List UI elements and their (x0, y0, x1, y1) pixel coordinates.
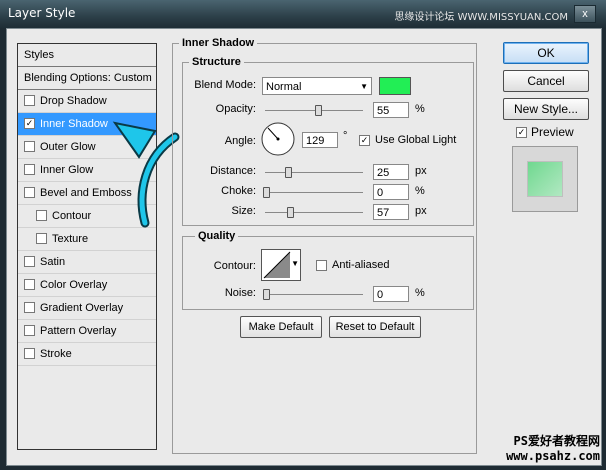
anti-aliased-label: Anti-aliased (332, 259, 390, 271)
contour-label: Contour: (213, 260, 256, 272)
choke-label: Choke: (221, 185, 256, 197)
angle-label: Angle: (224, 135, 256, 147)
global-light-label: Use Global Light (375, 134, 457, 146)
distance-input[interactable]: 25 (373, 164, 409, 180)
reset-to-default-button[interactable]: Reset to Default (329, 316, 421, 338)
title-bar: Layer Style 思缘设计论坛 WWW.MISSYUAN.COM x (0, 0, 606, 28)
outer-glow-checkbox[interactable] (24, 140, 35, 152)
global-light-checkbox[interactable]: ✓ (359, 135, 370, 146)
structure-group: Structure Blend Mode: Normal ▼ Opacity: … (182, 56, 474, 226)
quality-group: Quality Contour: ▼ Anti-aliased Noise: 0… (182, 230, 474, 310)
opacity-unit: % (415, 103, 425, 115)
style-item-pattern-overlay[interactable]: Pattern Overlay (18, 320, 156, 343)
blending-options-item[interactable]: Blending Options: Custom (18, 67, 156, 90)
inner-shadow-checkbox[interactable]: ✓ (24, 117, 35, 129)
opacity-slider-thumb[interactable] (315, 105, 322, 116)
noise-input[interactable]: 0 (373, 286, 409, 302)
style-item-label: Color Overlay (40, 279, 108, 291)
opacity-label: Opacity: (215, 103, 256, 115)
satin-checkbox[interactable] (24, 255, 35, 267)
inner-shadow-title: Inner Shadow (179, 37, 258, 49)
blend-mode-value: Normal (266, 81, 302, 93)
shadow-color-swatch[interactable] (379, 77, 411, 95)
distance-slider-thumb[interactable] (285, 167, 292, 178)
drop-shadow-checkbox[interactable] (24, 94, 35, 106)
choke-unit: % (415, 185, 425, 197)
noise-slider[interactable] (265, 294, 363, 295)
style-item-label: Drop Shadow (40, 95, 107, 107)
noise-label: Noise: (224, 287, 256, 299)
choke-slider[interactable] (265, 192, 363, 193)
angle-dial[interactable] (260, 121, 296, 157)
style-item-drop-shadow[interactable]: Drop Shadow (18, 90, 156, 113)
style-item-label: Gradient Overlay (40, 302, 124, 314)
inner-glow-checkbox[interactable] (24, 163, 35, 175)
texture-checkbox[interactable] (36, 232, 47, 244)
distance-slider[interactable] (265, 172, 363, 173)
style-item-stroke[interactable]: Stroke (18, 343, 156, 366)
preview-checkbox[interactable]: ✓ (516, 127, 527, 138)
opacity-input[interactable]: 55 (373, 102, 409, 118)
size-label: Size: (231, 205, 256, 217)
structure-title: Structure (189, 56, 244, 68)
ok-button[interactable]: OK (503, 42, 589, 64)
color-overlay-checkbox[interactable] (24, 278, 35, 290)
distance-label: Distance: (210, 165, 256, 177)
distance-unit: px (415, 165, 427, 177)
opacity-slider[interactable] (265, 110, 363, 111)
noise-unit: % (415, 287, 425, 299)
size-unit: px (415, 205, 427, 217)
anti-aliased-checkbox[interactable] (316, 260, 327, 271)
size-slider[interactable] (265, 212, 363, 213)
close-button[interactable]: x (574, 5, 596, 23)
style-preview (512, 146, 578, 212)
cancel-button[interactable]: Cancel (503, 70, 589, 92)
style-item-label: Stroke (40, 348, 72, 360)
style-item-gradient-overlay[interactable]: Gradient Overlay (18, 297, 156, 320)
contour-picker[interactable]: ▼ (261, 249, 301, 281)
noise-slider-thumb[interactable] (263, 289, 270, 300)
style-item-label: Contour (52, 210, 92, 222)
blend-mode-select[interactable]: Normal ▼ (262, 77, 372, 95)
make-default-button[interactable]: Make Default (240, 316, 322, 338)
style-item-label: Pattern Overlay (40, 325, 117, 337)
contour-checkbox[interactable] (36, 209, 47, 221)
style-item-satin[interactable]: Satin (18, 251, 156, 274)
size-input[interactable]: 57 (373, 204, 409, 220)
blend-mode-label: Blend Mode: (194, 79, 256, 91)
style-item-label: Satin (40, 256, 66, 268)
style-item-label: Texture (52, 233, 89, 245)
choke-input[interactable]: 0 (373, 184, 409, 200)
close-icon: x (582, 8, 588, 20)
style-item-label: Inner Shadow (40, 118, 108, 130)
preview-swatch (527, 161, 563, 197)
style-item-color-overlay[interactable]: Color Overlay (18, 274, 156, 297)
style-item-label: Inner Glow (40, 164, 94, 176)
style-item-label: Outer Glow (40, 141, 96, 153)
angle-unit: ° (343, 130, 348, 142)
bevel-emboss-checkbox[interactable] (24, 186, 35, 198)
styles-header[interactable]: Styles (18, 44, 156, 67)
chevron-down-icon: ▼ (360, 82, 368, 91)
quality-title: Quality (195, 230, 239, 242)
contour-linear-icon (263, 251, 291, 279)
top-watermark: 思缘设计论坛 WWW.MISSYUAN.COM (394, 12, 568, 23)
inner-shadow-group: Inner Shadow Structure Blend Mode: Norma… (172, 37, 477, 454)
size-slider-thumb[interactable] (287, 207, 294, 218)
style-item-texture[interactable]: Texture (18, 228, 156, 251)
window-title: Layer Style (8, 6, 76, 20)
stroke-checkbox[interactable] (24, 347, 35, 359)
angle-input[interactable]: 129 (302, 132, 338, 148)
gradient-overlay-checkbox[interactable] (24, 301, 35, 313)
choke-slider-thumb[interactable] (263, 187, 270, 198)
watermark-line-2: www.psahz.com (506, 449, 600, 463)
bottom-watermark: PS爱好者教程网 www.psahz.com (506, 434, 600, 464)
preview-label: Preview (531, 125, 574, 139)
chevron-down-icon[interactable]: ▼ (291, 259, 299, 268)
dialog-body: Styles Blending Options: Custom Drop Sha… (6, 28, 602, 466)
new-style-button[interactable]: New Style... (503, 98, 589, 120)
styles-list: Styles Blending Options: Custom Drop Sha… (17, 43, 157, 450)
pattern-overlay-checkbox[interactable] (24, 324, 35, 336)
watermark-line-1: PS爱好者教程网 (513, 434, 600, 448)
